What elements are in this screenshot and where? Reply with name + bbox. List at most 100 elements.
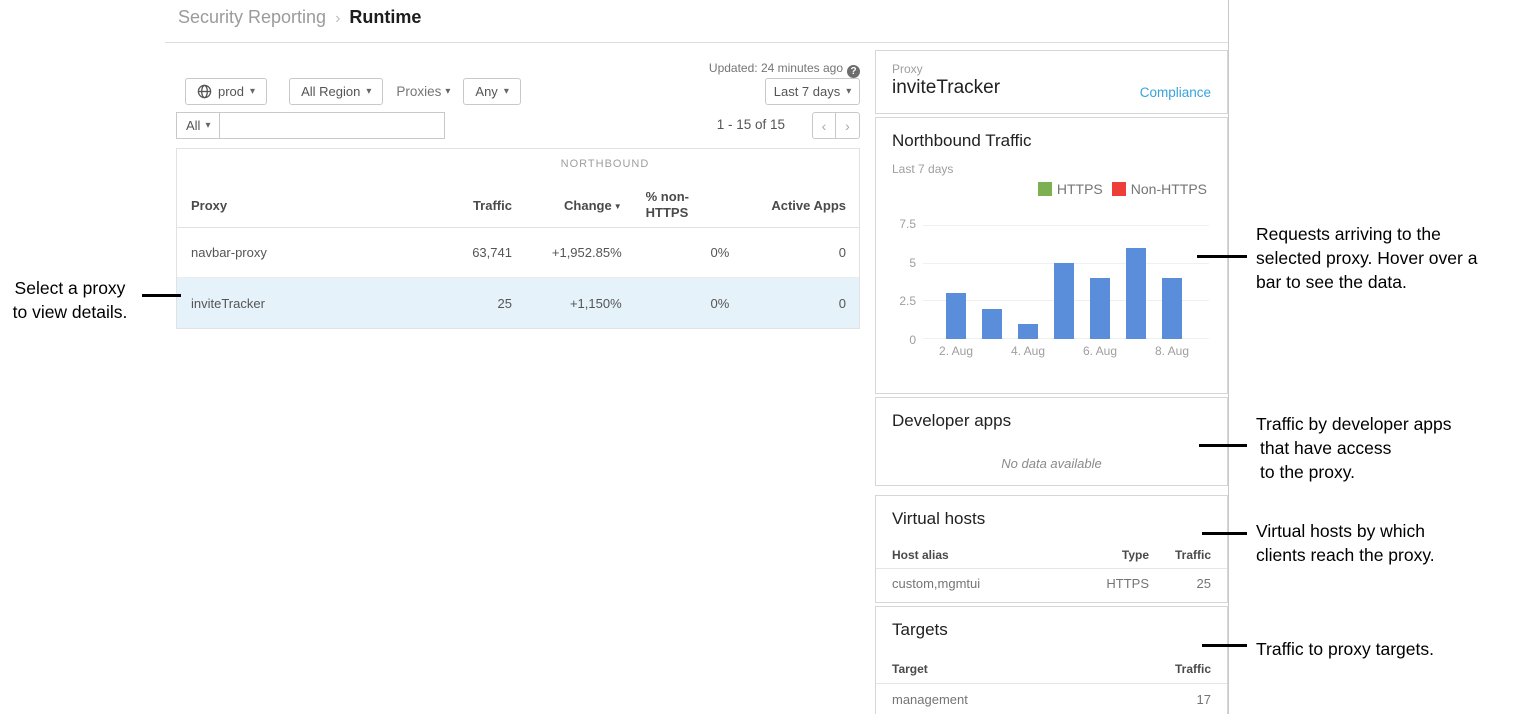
proxies-dropdown[interactable]: Proxies ▾ [396,84,450,99]
table-row-navbar-proxy[interactable]: navbar-proxy 63,741 +1,952.85% 0% 0 [177,228,859,278]
filter-bar: prod ▾ All Region ▾ Proxies ▾ Any ▾ [185,78,521,105]
cell-type: HTTPS [1077,576,1149,591]
region-label: All Region [301,84,360,99]
virtual-hosts-card: Virtual hosts Host alias Type Traffic cu… [875,495,1228,603]
bar-8. Aug[interactable] [1154,225,1190,339]
divider [876,568,1227,569]
column-header-active-apps[interactable]: Active Apps [743,198,859,213]
proxies-label: Proxies [396,84,441,99]
legend-item-https[interactable]: HTTPS [1038,181,1103,197]
breadcrumb: Security Reporting›Runtime [178,7,421,28]
y-tick-label: 0 [880,333,916,347]
proxies-table: NORTHBOUND Proxy Traffic Change▼ % non-H… [176,148,860,329]
legend-label: HTTPS [1057,181,1103,197]
page-title: Runtime [349,7,421,27]
y-tick-label: 2.5 [880,294,916,308]
previous-page-button[interactable]: ‹ [812,112,836,139]
northbound-traffic-title: Northbound Traffic [892,131,1032,151]
column-header-target: Target [892,662,1149,676]
cell-change: +1,150% [526,296,636,311]
proxies-table-header: NORTHBOUND Proxy Traffic Change▼ % non-H… [177,149,859,228]
chart-y-axis: 7.552.50 [880,217,916,347]
cell-active-apps: 0 [743,245,859,260]
cell-traffic: 63,741 [446,245,526,260]
column-header-non-https[interactable]: % non-HTTPS [636,189,744,221]
table-row-invitetracker[interactable]: inviteTracker 25 +1,150% 0% 0 [177,278,859,328]
screenshot-root: Security Reporting›Runtime Updated: 24 m… [0,0,1516,714]
y-tick-label: 7.5 [880,217,916,231]
chevron-down-icon: ▾ [205,120,210,131]
northbound-traffic-card: Northbound Traffic Last 7 days HTTPS Non… [875,117,1228,394]
bar-7. Aug[interactable] [1118,225,1154,339]
annotation-vhosts: Virtual hosts by which clients reach the… [1256,519,1435,567]
chevron-down-icon: ▾ [504,86,509,97]
date-range-label: Last 7 days [774,84,841,99]
environment-dropdown[interactable]: prod ▾ [185,78,267,105]
x-tick-label: 4. Aug [1010,344,1046,358]
cell-change: +1,952.85% [526,245,636,260]
cell-non-https: 0% [636,296,744,311]
bar-3. Aug[interactable] [974,225,1010,339]
cell-active-apps: 0 [743,296,859,311]
region-dropdown[interactable]: All Region ▾ [289,78,383,105]
callout-line-vhosts [1202,532,1247,535]
sort-desc-icon: ▼ [614,202,622,211]
chevron-left-icon: ‹ [822,118,827,134]
callout-line-chart [1197,255,1247,258]
target-row[interactable]: management 17 [892,692,1211,707]
compliance-link[interactable]: Compliance [1140,85,1211,100]
bar-5. Aug[interactable] [1046,225,1082,339]
bar-6. Aug[interactable] [1082,225,1118,339]
cell-traffic: 17 [1149,692,1211,707]
column-header-host-alias: Host alias [892,548,1077,562]
callout-line-targets [1202,644,1247,647]
bar-4. Aug[interactable] [1010,225,1046,339]
x-tick-label [1118,344,1154,358]
proxy-label: Proxy [892,62,923,76]
callout-line-select-proxy [142,294,181,297]
x-tick-label: 8. Aug [1154,344,1190,358]
next-page-button[interactable]: › [836,112,860,139]
cell-traffic: 25 [446,296,526,311]
developer-apps-card: Developer apps No data available [875,397,1228,486]
breadcrumb-parent[interactable]: Security Reporting [178,7,326,27]
annotation-select-proxy: Select a proxy to view details. [0,276,140,324]
virtual-hosts-title: Virtual hosts [892,509,985,529]
help-icon[interactable]: ? [847,65,860,78]
pagination-controls: ‹ › [812,112,860,139]
x-tick-label [974,344,1010,358]
virtual-hosts-header: Host alias Type Traffic [892,548,1211,562]
selected-proxy-name: inviteTracker [892,77,1000,99]
cell-proxy: inviteTracker [177,296,446,311]
x-tick-label: 2. Aug [938,344,974,358]
no-data-message: No data available [876,456,1227,471]
column-header-traffic: Traffic [1149,548,1211,562]
cell-host-alias: custom,mgmtui [892,576,1077,591]
x-tick-label [1046,344,1082,358]
annotation-apps: Traffic by developer apps that have acce… [1256,412,1452,484]
chevron-down-icon: ▾ [846,86,851,97]
bar-2. Aug[interactable] [938,225,974,339]
updated-status: Updated: 24 minutes ago? [176,61,860,78]
column-header-type: Type [1077,548,1149,562]
cell-non-https: 0% [636,245,744,260]
date-range-dropdown[interactable]: Last 7 days ▾ [765,78,860,105]
column-header-proxy[interactable]: Proxy [177,198,446,213]
search-input[interactable] [220,113,444,138]
column-header-change[interactable]: Change▼ [526,198,636,213]
search-scope-dropdown[interactable]: All ▾ [177,113,220,138]
column-header-traffic[interactable]: Traffic [446,198,526,213]
cell-traffic: 25 [1149,576,1211,591]
pagination-count: 1 - 15 of 15 [600,117,785,132]
virtual-host-row[interactable]: custom,mgmtui HTTPS 25 [892,576,1211,591]
legend-swatch-non-https [1112,182,1126,196]
any-dropdown[interactable]: Any ▾ [463,78,520,105]
developer-apps-title: Developer apps [892,411,1011,431]
northbound-group-header: NORTHBOUND [561,158,650,170]
search-scope-label: All [186,118,200,133]
annotation-targets: Traffic to proxy targets. [1256,637,1434,661]
divider [876,683,1227,684]
legend-swatch-https [1038,182,1052,196]
targets-title: Targets [892,620,948,640]
legend-item-non-https[interactable]: Non-HTTPS [1112,181,1207,197]
